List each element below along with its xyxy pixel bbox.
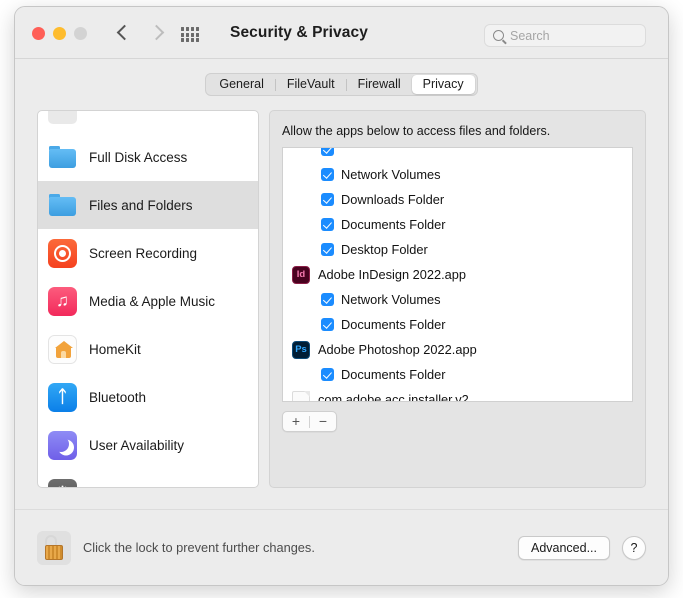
tab-filevault[interactable]: FileVault (276, 75, 346, 94)
forward-chevron-icon[interactable] (151, 24, 162, 42)
permission-checkbox[interactable] (321, 148, 334, 156)
permissions-panel: Allow the apps below to access files and… (269, 110, 646, 488)
add-button[interactable]: + (283, 412, 309, 431)
list-item[interactable]: Documents Folder (283, 312, 632, 337)
back-chevron-icon[interactable] (118, 24, 129, 42)
show-all-grid-icon[interactable] (181, 27, 199, 42)
close-button[interactable] (32, 27, 45, 40)
tab-general[interactable]: General (208, 75, 274, 94)
footer-buttons: Advanced... ? (517, 535, 646, 560)
sidebar-item-automation[interactable]: ⚙ Automation (38, 469, 258, 488)
unlocked-padlock-icon[interactable] (37, 530, 71, 565)
list-item[interactable]: Ps Adobe Photoshop 2022.app (283, 337, 632, 362)
gear-icon: ⚙ (48, 478, 77, 487)
permission-checkbox[interactable] (321, 368, 334, 381)
list-item[interactable]: Desktop Folder (283, 237, 632, 262)
sidebar-item-label: Files and Folders (89, 197, 193, 213)
window-footer: Click the lock to prevent further change… (15, 509, 668, 585)
privacy-category-sidebar[interactable]: Full Disk Access Files and Folders Scree… (37, 110, 259, 488)
photoshop-icon: Ps (292, 340, 310, 359)
moon-icon (48, 430, 77, 460)
permission-checkbox[interactable] (321, 293, 334, 306)
list-item[interactable]: Id Adobe InDesign 2022.app (283, 262, 632, 287)
list-item[interactable]: Network Volumes (283, 162, 632, 187)
sidebar-item-label: Media & Apple Music (89, 293, 216, 309)
search-input[interactable] (510, 28, 637, 43)
permission-label: Documents Folder (341, 317, 446, 332)
sidebar-item-homekit[interactable]: HomeKit (38, 325, 258, 373)
list-item[interactable]: Documents Folder (283, 362, 632, 387)
sidebar-item-clipped[interactable] (38, 111, 258, 133)
app-permission-list[interactable]: Network Volumes Downloads Folder Documen… (282, 147, 633, 402)
sidebar-item-label: HomeKit (89, 341, 141, 357)
add-remove-segmented-control: + − (282, 411, 337, 432)
window-titlebar: Security & Privacy (15, 7, 668, 59)
remove-button[interactable]: − (310, 412, 336, 431)
sidebar-item-user-availability[interactable]: User Availability (38, 421, 258, 469)
sidebar-item-files-and-folders[interactable]: Files and Folders (38, 181, 258, 229)
sidebar-item-label: User Availability (89, 437, 185, 453)
permission-label: Documents Folder (341, 367, 446, 382)
advanced-button[interactable]: Advanced... (517, 535, 610, 560)
list-item[interactable] (283, 148, 632, 162)
sidebar-item-label: Screen Recording (89, 245, 198, 261)
sidebar-item-screen-recording[interactable]: Screen Recording (38, 229, 258, 277)
panel-description: Allow the apps below to access files and… (282, 124, 551, 138)
indesign-icon: Id (292, 265, 310, 284)
lock-status-text: Click the lock to prevent further change… (83, 540, 315, 555)
home-icon (48, 334, 77, 364)
help-button[interactable]: ? (622, 535, 646, 560)
permission-label: Desktop Folder (341, 242, 428, 257)
clipped-item-icon (48, 111, 77, 124)
list-item[interactable]: com.adobe.acc.installer.v2 (283, 387, 632, 402)
bluetooth-icon: ᛏ (48, 382, 77, 412)
permission-checkbox[interactable] (321, 318, 334, 331)
security-privacy-window: Security & Privacy General FileVault Fir… (14, 6, 669, 586)
permission-checkbox[interactable] (321, 168, 334, 181)
traffic-lights (32, 27, 87, 40)
navigation-controls (118, 24, 162, 42)
folder-icon (48, 143, 77, 172)
music-note-icon: ♫ (48, 286, 77, 316)
sidebar-item-label: Automation (89, 486, 157, 488)
content-area: Full Disk Access Files and Folders Scree… (15, 96, 668, 488)
tab-firewall[interactable]: Firewall (347, 75, 412, 94)
sidebar-item-media-apple-music[interactable]: ♫ Media & Apple Music (38, 277, 258, 325)
zoom-button[interactable] (74, 27, 87, 40)
permission-label: Network Volumes (341, 292, 441, 307)
app-name-label: Adobe Photoshop 2022.app (318, 342, 477, 357)
minimize-button[interactable] (53, 27, 66, 40)
document-icon (292, 390, 310, 401)
search-field[interactable] (484, 24, 646, 47)
permission-label: Documents Folder (341, 217, 446, 232)
record-icon (48, 238, 77, 268)
list-item[interactable]: Documents Folder (283, 212, 632, 237)
folder-icon (48, 191, 77, 220)
sidebar-item-label: Full Disk Access (89, 149, 188, 165)
tab-privacy[interactable]: Privacy (411, 75, 475, 94)
permission-label: Downloads Folder (341, 192, 445, 207)
app-name-label: Adobe InDesign 2022.app (318, 267, 466, 282)
tab-bar: General FileVault Firewall Privacy (15, 59, 668, 96)
app-name-label: com.adobe.acc.installer.v2 (318, 392, 469, 402)
sidebar-item-full-disk-access[interactable]: Full Disk Access (38, 133, 258, 181)
permission-label: Network Volumes (341, 167, 441, 182)
permission-checkbox[interactable] (321, 193, 334, 206)
page-title: Security & Privacy (230, 24, 368, 41)
list-item[interactable]: Downloads Folder (283, 187, 632, 212)
search-icon (493, 30, 504, 41)
list-item[interactable]: Network Volumes (283, 287, 632, 312)
sidebar-item-bluetooth[interactable]: ᛏ Bluetooth (38, 373, 258, 421)
sidebar-item-label: Bluetooth (89, 389, 147, 405)
permission-checkbox[interactable] (321, 218, 334, 231)
permission-checkbox[interactable] (321, 243, 334, 256)
